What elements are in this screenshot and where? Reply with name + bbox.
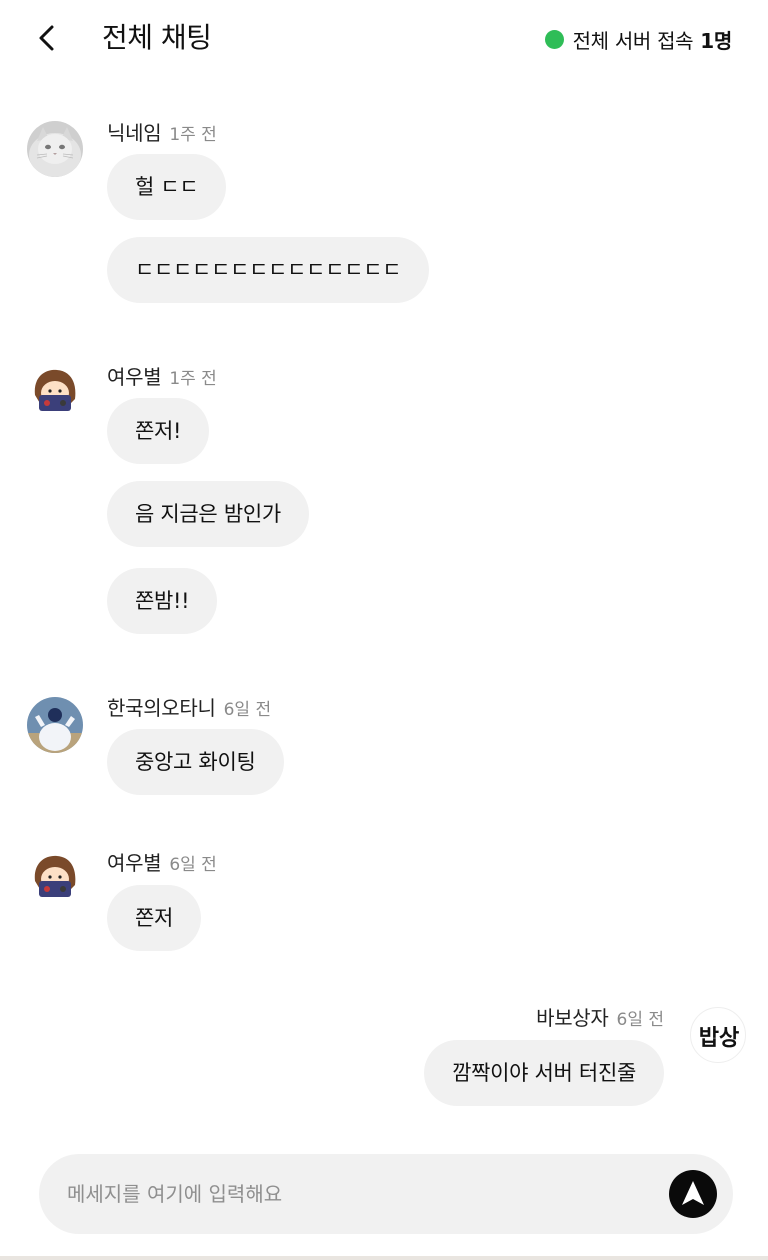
message-time: 1주 전 — [169, 369, 217, 389]
svg-text:밥상: 밥상 — [699, 1026, 739, 1051]
message-bubble[interactable]: 깜짝이야 서버 터진줄 — [424, 1040, 664, 1106]
message-meta: 닉네임 1주 전 — [107, 117, 217, 145]
message-time: 6일 전 — [616, 1010, 665, 1030]
message-bubble[interactable]: 쫀저! — [107, 398, 210, 464]
bottom-divider — [0, 1256, 768, 1260]
message-time: 6일 전 — [169, 855, 217, 875]
cat-avatar[interactable] — [27, 121, 83, 177]
babsang-logo-icon: 밥상 — [699, 1026, 739, 1051]
message-bubble[interactable]: 헐 ㄷㄷ — [107, 154, 227, 220]
chat-header: 전체 채팅 전체 서버 접속 1명 — [0, 0, 768, 78]
message-meta: 여우별 6일 전 — [107, 847, 217, 875]
girl-character-avatar-image — [27, 365, 83, 421]
girl-character-avatar[interactable] — [27, 851, 83, 907]
message-bubble[interactable]: 쫀저 — [107, 885, 202, 951]
message-bubble[interactable]: 쫀밤!! — [107, 568, 218, 634]
sender-name: 한국의오타니 — [107, 696, 216, 720]
girl-character-avatar-image — [27, 851, 83, 907]
message-meta: 바보상자 6일 전 — [536, 1002, 664, 1030]
sender-name: 여우별 — [107, 851, 162, 875]
sender-name: 닉네임 — [107, 121, 162, 145]
sender-name: 여우별 — [107, 365, 162, 389]
online-dot-icon — [544, 29, 564, 49]
baseball-player-avatar-image — [27, 697, 83, 753]
message-input[interactable] — [67, 1154, 657, 1234]
online-status: 전체 서버 접속 1명 — [544, 26, 732, 53]
send-button[interactable] — [669, 1170, 717, 1218]
sender-name: 바보상자 — [536, 1006, 609, 1030]
message-bubble[interactable]: ㄷㄷㄷㄷㄷㄷㄷㄷㄷㄷㄷㄷㄷㄷ — [107, 237, 430, 303]
message-bubble[interactable]: 중앙고 화이팅 — [107, 729, 284, 795]
message-meta: 한국의오타니 6일 전 — [107, 692, 271, 720]
message-time: 6일 전 — [223, 700, 272, 720]
baseball-player-avatar[interactable] — [27, 697, 83, 753]
send-arrow-icon — [682, 1181, 704, 1205]
back-button[interactable] — [30, 20, 66, 56]
babsang-logo-avatar[interactable]: 밥상 — [690, 1007, 746, 1063]
message-time: 1주 전 — [169, 125, 217, 145]
online-label: 전체 서버 접속 — [572, 28, 694, 53]
cat-avatar-image — [27, 121, 83, 177]
message-bubble[interactable]: 음 지금은 밤인가 — [107, 481, 309, 547]
chevron-left-icon — [39, 25, 54, 51]
online-count: 1명 — [700, 28, 732, 53]
girl-character-avatar[interactable] — [27, 365, 83, 421]
page-title: 전체 채팅 — [102, 21, 212, 54]
message-composer — [39, 1154, 733, 1234]
message-meta: 여우별 1주 전 — [107, 361, 217, 389]
